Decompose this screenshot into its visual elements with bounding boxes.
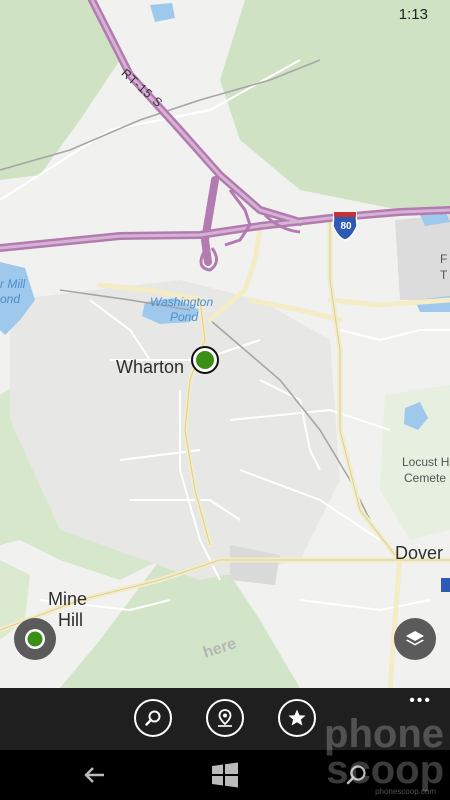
map-pin-icon xyxy=(218,709,232,727)
back-arrow-icon xyxy=(84,767,104,783)
windows-logo-icon xyxy=(212,762,238,788)
place-fragment-f: F xyxy=(440,252,448,266)
mill-pond-label-line1: r Mill xyxy=(0,277,26,291)
map-canvas xyxy=(0,0,450,688)
watermark-line2: scoop xyxy=(326,748,444,792)
location-dot xyxy=(196,351,214,369)
layers-icon xyxy=(406,631,424,646)
start-button[interactable] xyxy=(210,760,240,790)
phonescoop-watermark: phone scoop xyxy=(284,712,444,792)
mill-pond-label-line2: ond xyxy=(0,292,21,306)
i80-shield-label: 80 xyxy=(340,221,352,232)
search-icon xyxy=(145,710,161,726)
my-location-button[interactable] xyxy=(14,618,56,660)
location-dot-icon xyxy=(25,629,45,649)
washington-pond-label-line2: Pond xyxy=(170,310,199,324)
place-wharton: Wharton xyxy=(116,357,185,377)
search-button[interactable] xyxy=(134,699,172,737)
place-mine-hill-line2: Hill xyxy=(58,610,83,630)
watermark-url: phonescoop.com xyxy=(375,787,436,796)
place-mine-hill-line1: Mine xyxy=(48,589,88,609)
place-locust-hill-line1: Locust Hi xyxy=(402,455,450,469)
watermark-line1: phone xyxy=(324,712,444,756)
more-options-button[interactable]: ••• xyxy=(409,692,432,710)
status-time: 1:13 xyxy=(398,6,428,23)
place-locust-hill-line2: Cemete xyxy=(404,471,447,485)
back-button[interactable] xyxy=(80,760,110,790)
directions-button[interactable] xyxy=(206,699,244,737)
map-layers-button[interactable] xyxy=(394,618,436,660)
map-view[interactable]: 1:13 RT-15 S 80 Washington Pond r Mill o… xyxy=(0,0,450,688)
place-dover: Dover xyxy=(395,543,444,563)
current-location-marker[interactable] xyxy=(191,346,219,374)
place-fragment-t: T xyxy=(440,268,448,282)
washington-pond-label-line1: Washington xyxy=(150,295,214,309)
